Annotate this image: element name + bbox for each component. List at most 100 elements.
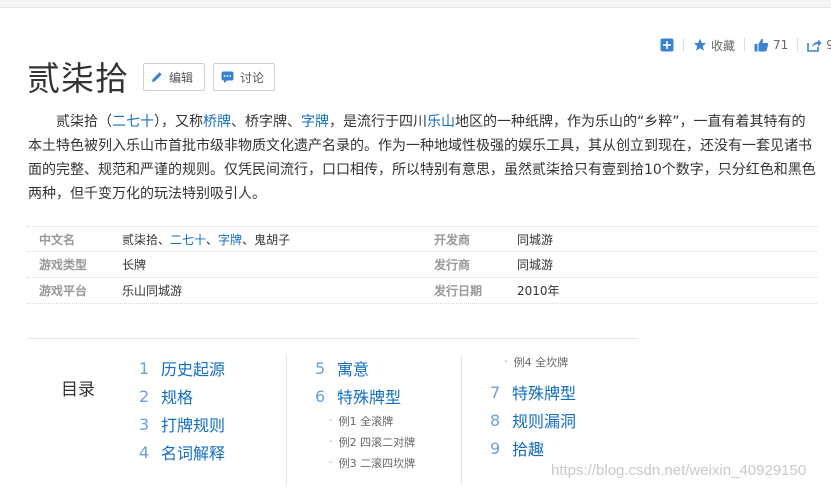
bullet-dot: -	[329, 436, 333, 447]
edit-button[interactable]: 编辑	[143, 63, 205, 91]
toc-item[interactable]: 5 寓意	[315, 354, 415, 382]
toc-item[interactable]: 6 特殊牌型	[315, 382, 415, 410]
share-count: 9	[826, 38, 831, 52]
toc-divider	[461, 355, 462, 485]
toc-label: 历史起源	[161, 360, 226, 379]
plus-square-icon	[660, 38, 674, 52]
toc-sub-label: 例4 全坎牌	[513, 355, 569, 369]
info-row: 中文名 贰柒拾、二七十、字牌、鬼胡子 开发商 同城游	[27, 226, 817, 252]
info-row: 游戏类型 长牌 发行商 同城游	[27, 252, 817, 278]
toc-label: 寓意	[337, 360, 370, 379]
info-text: 、	[206, 232, 219, 247]
table-of-contents: 目录 1 历史起源 2 规格 3 打牌规则 4 名词解释 5 寓意 6 特殊牌型 - 例1 全…	[27, 338, 638, 491]
toc-label: 特殊牌型	[512, 384, 577, 403]
toc-item[interactable]: 2 规格	[139, 382, 225, 410]
toc-item[interactable]: 8 规则漏洞	[490, 406, 576, 434]
toc-item[interactable]: 7 特殊牌型	[490, 378, 576, 406]
toc-num: 4	[139, 442, 150, 462]
toc-sub-label: 例3 二滚四坎牌	[338, 456, 416, 470]
article-tools: 收藏 71 9	[660, 36, 831, 54]
info-value: 长牌	[122, 258, 147, 272]
toc-label: 特殊牌型	[337, 388, 402, 407]
like-button[interactable]: 71	[754, 38, 788, 52]
toc-label: 名词解释	[161, 444, 226, 463]
toc-title: 目录	[61, 380, 95, 400]
toc-num: 9	[490, 438, 501, 458]
toc-item[interactable]: 4 名词解释	[139, 438, 225, 466]
bullet-dot: -	[329, 415, 333, 426]
info-value: 同城游	[517, 258, 554, 272]
link-zipai[interactable]: 字牌	[301, 114, 329, 130]
add-button[interactable]	[660, 38, 674, 52]
watermark: https://blog.csdn.net/weixin_40929150	[551, 462, 807, 479]
info-key: 发行日期	[434, 284, 483, 298]
info-key: 游戏平台	[39, 284, 88, 298]
toc-label: 打牌规则	[161, 416, 226, 435]
info-value: 乐山同城游	[122, 284, 183, 298]
link-leshan[interactable]: 乐山	[427, 114, 455, 130]
toc-subitem[interactable]: - 例4 全坎牌	[490, 351, 576, 372]
info-key: 中文名	[39, 232, 76, 247]
like-count: 71	[773, 38, 789, 52]
toc-label: 规则漏洞	[512, 412, 577, 431]
favorite-label: 收藏	[711, 38, 736, 53]
discuss-label: 讨论	[240, 70, 265, 85]
info-value: 2010年	[517, 284, 560, 298]
toc-sub-label: 例2 四滚二对牌	[338, 435, 416, 449]
toc-item[interactable]: 9 拾趣	[490, 434, 576, 462]
top-bar	[0, 0, 831, 8]
toc-label: 拾趣	[512, 440, 545, 459]
toc-subitem[interactable]: - 例1 全滚牌	[315, 410, 415, 431]
toc-divider	[286, 355, 287, 485]
toc-num: 6	[315, 386, 326, 406]
toc-column-3: - 例4 全坎牌 7 特殊牌型 8 规则漏洞 9 拾趣	[490, 351, 576, 462]
favorite-button[interactable]: 收藏	[693, 37, 735, 54]
summary-text: 、桥字牌、	[231, 114, 301, 130]
toc-num: 8	[490, 410, 501, 430]
toc-num: 5	[315, 358, 326, 378]
share-icon	[807, 39, 822, 52]
star-icon	[693, 38, 707, 51]
link-zipai-info[interactable]: 字牌	[218, 233, 242, 247]
toc-subitem[interactable]: - 例2 四滚二对牌	[315, 431, 415, 452]
info-key: 开发商	[434, 232, 471, 247]
divider	[683, 38, 684, 52]
toc-item[interactable]: 1 历史起源	[139, 354, 225, 382]
toc-item[interactable]: 3 打牌规则	[139, 410, 225, 438]
link-ershiqishi-info[interactable]: 二七十	[170, 233, 206, 247]
link-ershiqishi[interactable]: 二七十	[112, 114, 154, 130]
pencil-icon	[152, 72, 162, 82]
info-key: 游戏类型	[39, 258, 88, 272]
toc-num: 2	[139, 386, 150, 406]
bullet-dot: -	[504, 356, 508, 367]
chat-icon	[221, 71, 234, 83]
info-text: 、鬼胡子	[242, 232, 291, 247]
summary-text: ），又称	[154, 114, 203, 130]
info-row: 游戏平台 乐山同城游 发行日期 2010年	[27, 278, 817, 304]
toc-column-2: 5 寓意 6 特殊牌型 - 例1 全滚牌 - 例2 四滚二对牌 - 例3 二滚四坎牌	[315, 354, 415, 473]
link-qiaopai[interactable]: 桥牌	[203, 114, 231, 130]
divider	[744, 38, 746, 52]
info-text: 贰柒拾、	[122, 232, 171, 247]
share-button[interactable]: 9	[807, 38, 831, 52]
toc-subitem[interactable]: - 例3 二滚四坎牌	[315, 452, 415, 473]
info-value: 贰柒拾、二七十、字牌、鬼胡子	[122, 231, 422, 248]
divider	[797, 38, 799, 52]
basic-info-table: 中文名 贰柒拾、二七十、字牌、鬼胡子 开发商 同城游 游戏类型 长牌 发行商 同…	[27, 226, 817, 304]
toc-label: 规格	[161, 388, 194, 407]
lemma-summary: 贰柒拾（二七十），又称桥牌、桥字牌、字牌，是流行于四川乐山地区的一种纸牌，作为乐…	[28, 110, 818, 206]
bullet-dot: -	[329, 457, 333, 468]
toc-sub-label: 例1 全滚牌	[338, 414, 394, 428]
edit-label: 编辑	[169, 70, 194, 85]
discuss-button[interactable]: 讨论	[213, 63, 275, 91]
toc-num: 7	[490, 382, 501, 402]
summary-text: 贰柒拾（	[56, 114, 112, 130]
thumbs-up-icon	[754, 38, 769, 52]
info-key: 发行商	[434, 258, 471, 272]
info-value: 同城游	[517, 232, 554, 247]
toc-column-1: 1 历史起源 2 规格 3 打牌规则 4 名词解释	[139, 354, 225, 466]
summary-text: ，是流行于四川	[329, 114, 427, 130]
page-title: 贰柒拾	[27, 59, 129, 98]
toc-num: 3	[139, 414, 150, 434]
toc-num: 1	[139, 358, 150, 378]
